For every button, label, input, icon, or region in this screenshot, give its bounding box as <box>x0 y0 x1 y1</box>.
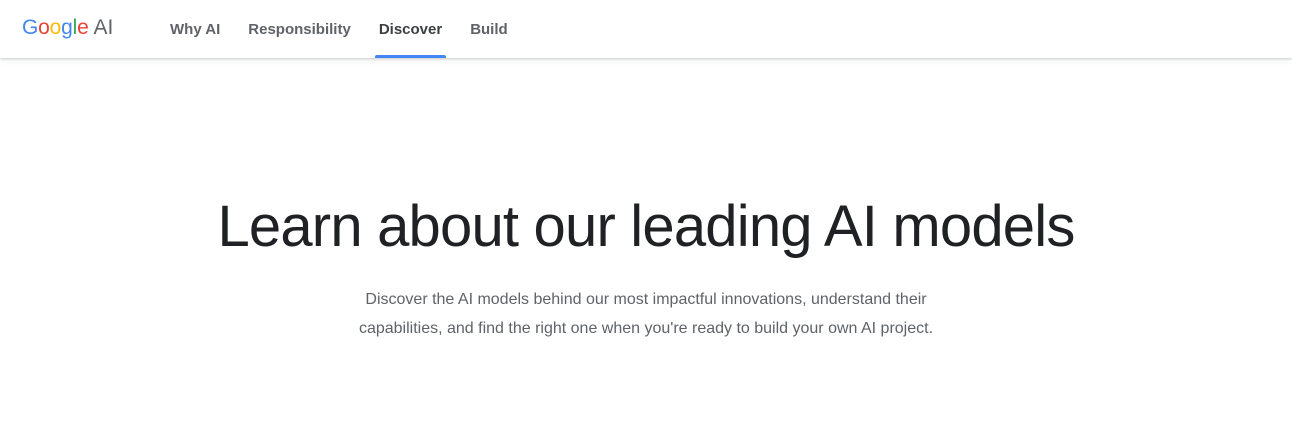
google-ai-logo[interactable]: Google AI <box>22 14 113 42</box>
page-title: Learn about our leading AI models <box>217 194 1075 259</box>
main-nav: Why AI Responsibility Discover Build <box>156 0 522 58</box>
brand-letter: g <box>61 16 73 39</box>
brand-letter: G <box>22 16 39 39</box>
nav-item-build[interactable]: Build <box>456 0 522 58</box>
brand-letter: o <box>49 16 62 39</box>
nav-item-discover[interactable]: Discover <box>365 0 456 58</box>
brand-letter: o <box>38 16 50 39</box>
brand-letter: e <box>77 16 89 39</box>
nav-item-responsibility[interactable]: Responsibility <box>234 0 365 58</box>
google-wordmark: Google <box>22 14 89 42</box>
top-navigation-bar: Google AI Why AI Responsibility Discover… <box>0 0 1292 58</box>
hero-section: Learn about our leading AI models Discov… <box>0 58 1292 426</box>
hero-description: Discover the AI models behind our most i… <box>358 291 934 337</box>
nav-item-why-ai[interactable]: Why AI <box>156 0 234 58</box>
brand-suffix: AI <box>93 16 114 39</box>
